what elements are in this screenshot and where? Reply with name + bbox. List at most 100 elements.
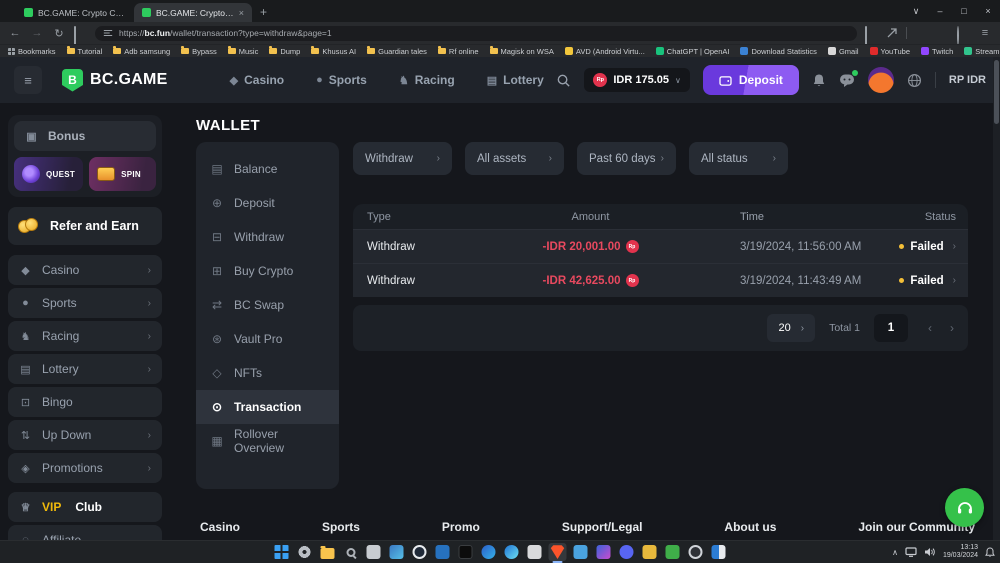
footer-link-support-legal[interactable]: Support/Legal bbox=[562, 520, 643, 540]
wallet-nav-bc-swap[interactable]: ⇄BC Swap bbox=[196, 288, 339, 322]
tray-expand-icon[interactable]: ∧ bbox=[892, 548, 898, 557]
browser-tab-2-active[interactable]: BC.GAME: Crypto Casino Games × bbox=[134, 3, 252, 22]
window-close-icon[interactable]: × bbox=[976, 1, 1000, 21]
user-avatar[interactable] bbox=[868, 67, 894, 93]
table-row[interactable]: Withdraw -IDR 20,001.00Rp 3/19/2024, 11:… bbox=[353, 229, 968, 263]
prev-page-icon[interactable]: ‹ bbox=[928, 321, 932, 335]
terminal-icon[interactable] bbox=[457, 543, 475, 561]
chat-icon-wrap[interactable] bbox=[839, 73, 855, 88]
bookmark-item[interactable]: Khusus AI bbox=[311, 47, 356, 56]
sidebar-panel-icon[interactable] bbox=[74, 27, 87, 40]
browser-tab-1[interactable]: BC.GAME: Crypto Casino Games & C bbox=[16, 3, 134, 22]
wallet-nav-nfts[interactable]: ◇NFTs bbox=[196, 356, 339, 390]
bookmark-item[interactable]: Twitch bbox=[921, 47, 953, 56]
bcgame-logo[interactable]: B BC.GAME bbox=[62, 69, 168, 92]
clock-app-icon[interactable] bbox=[411, 543, 429, 561]
refer-and-earn-button[interactable]: Refer and Earn bbox=[8, 207, 162, 245]
notes-app-icon[interactable] bbox=[365, 543, 383, 561]
bookmark-item[interactable]: ChatGPT | OpenAI bbox=[656, 47, 730, 56]
footer-link-casino[interactable]: Casino bbox=[200, 520, 240, 540]
sidebar-item-promotions[interactable]: ◈Promotions› bbox=[8, 453, 162, 483]
window-maximize-icon[interactable]: □ bbox=[952, 1, 976, 21]
filter-assets-dropdown[interactable]: All assets› bbox=[465, 142, 564, 175]
balance-selector[interactable]: Rp IDR 175.05 ∨ bbox=[584, 68, 690, 92]
table-row[interactable]: Withdraw -IDR 42,625.00Rp 3/19/2024, 11:… bbox=[353, 263, 968, 297]
blue-tile-app-icon[interactable] bbox=[710, 543, 728, 561]
hamburger-menu-icon[interactable]: ≡ bbox=[14, 66, 42, 94]
nav-lottery[interactable]: ▤Lottery bbox=[487, 73, 544, 87]
footer-link-promo[interactable]: Promo bbox=[442, 520, 480, 540]
live-support-button[interactable] bbox=[945, 488, 984, 527]
page-size-dropdown[interactable]: 20› bbox=[767, 314, 815, 342]
bookmark-item[interactable]: Bypass bbox=[181, 47, 217, 56]
language-globe-icon[interactable] bbox=[907, 73, 922, 88]
deposit-button[interactable]: Deposit bbox=[703, 65, 799, 95]
discord-icon[interactable] bbox=[618, 543, 636, 561]
back-icon[interactable]: ← bbox=[8, 27, 22, 39]
nav-sports[interactable]: ●Sports bbox=[316, 73, 367, 87]
brave-browser-icon[interactable] bbox=[549, 543, 567, 561]
movie-app-icon[interactable] bbox=[526, 543, 544, 561]
sidebar-item-bonus[interactable]: ▣ Bonus bbox=[14, 121, 156, 151]
notification-center-icon[interactable] bbox=[985, 547, 995, 558]
reload-icon[interactable]: ↻ bbox=[52, 27, 66, 40]
settings-icon[interactable] bbox=[296, 543, 314, 561]
nav-casino[interactable]: ◆Casino bbox=[230, 73, 284, 87]
bookmark-item[interactable]: Gmail bbox=[828, 47, 859, 56]
notifications-bell-icon[interactable] bbox=[812, 73, 826, 88]
obs-icon[interactable] bbox=[687, 543, 705, 561]
page-number-input[interactable]: 1 bbox=[874, 314, 908, 342]
filter-status-dropdown[interactable]: All status› bbox=[689, 142, 788, 175]
bookmark-item[interactable]: YouTube bbox=[870, 47, 910, 56]
tab-close-icon[interactable]: × bbox=[239, 8, 244, 18]
reading-list-icon[interactable] bbox=[865, 27, 878, 40]
bookmark-item[interactable]: Adb samsung bbox=[113, 47, 170, 56]
spin-button[interactable]: SPIN bbox=[89, 157, 156, 191]
sidebar-item-bingo[interactable]: ⊡Bingo bbox=[8, 387, 162, 417]
page-scrollbar[interactable] bbox=[993, 57, 1000, 540]
search-app-icon[interactable] bbox=[342, 543, 360, 561]
browser-menu-icon[interactable]: ≡ bbox=[978, 27, 992, 39]
url-bar[interactable]: https://bc.fun/wallet/transaction?type=w… bbox=[95, 26, 857, 41]
wallet-nav-vault-pro[interactable]: ⊛Vault Pro bbox=[196, 322, 339, 356]
bookmark-item[interactable]: Music bbox=[228, 47, 259, 56]
new-tab-button[interactable]: + bbox=[260, 5, 267, 19]
rewards-extension-icon[interactable] bbox=[915, 27, 928, 40]
wallet-nav-rollover-overview[interactable]: ▦Rollover Overview bbox=[196, 424, 339, 458]
taskbar-clock[interactable]: 13:13 19/03/2024 bbox=[943, 544, 978, 560]
bookmark-item[interactable]: Rf online bbox=[438, 47, 479, 56]
footer-link-about-us[interactable]: About us bbox=[724, 520, 776, 540]
wallet-nav-transaction[interactable]: ⊙Transaction bbox=[196, 390, 339, 424]
yellow-app-icon[interactable] bbox=[641, 543, 659, 561]
wallet-nav-balance[interactable]: ▤Balance bbox=[196, 152, 339, 186]
filter-date-dropdown[interactable]: Past 60 days› bbox=[577, 142, 676, 175]
profile-icon[interactable] bbox=[957, 27, 970, 40]
bookmark-item[interactable]: Dump bbox=[269, 47, 300, 56]
bookmark-item[interactable]: AVD (Android Virtu... bbox=[565, 47, 645, 56]
bookmark-item[interactable]: Guardian tales bbox=[367, 47, 427, 56]
sidebar-item-casino[interactable]: ◆Casino› bbox=[8, 255, 162, 285]
next-page-icon[interactable]: › bbox=[950, 321, 954, 335]
bcgame-extension-icon[interactable] bbox=[936, 27, 949, 40]
file-explorer-icon[interactable] bbox=[319, 543, 337, 561]
start-button[interactable] bbox=[273, 543, 291, 561]
share-icon[interactable] bbox=[886, 27, 898, 39]
media-app-icon[interactable] bbox=[572, 543, 590, 561]
powershell-icon[interactable] bbox=[434, 543, 452, 561]
network-display-icon[interactable] bbox=[905, 547, 917, 557]
window-minimize-icon[interactable]: – bbox=[928, 1, 952, 21]
sidebar-item-vip-club[interactable]: ♕VIPClub bbox=[8, 492, 162, 522]
bookmark-item[interactable]: Tutorial bbox=[67, 47, 103, 56]
volume-icon[interactable] bbox=[924, 547, 936, 557]
wallet-nav-withdraw[interactable]: ⊟Withdraw bbox=[196, 220, 339, 254]
nav-racing[interactable]: ♞Racing bbox=[399, 73, 455, 87]
sidebar-item-racing[interactable]: ♞Racing› bbox=[8, 321, 162, 351]
site-settings-icon[interactable] bbox=[103, 28, 113, 38]
quest-button[interactable]: QUEST bbox=[14, 157, 83, 191]
wallet-nav-buy-crypto[interactable]: ⊞Buy Crypto bbox=[196, 254, 339, 288]
green-doc-app-icon[interactable] bbox=[664, 543, 682, 561]
search-icon[interactable] bbox=[556, 73, 571, 88]
scrollbar-thumb[interactable] bbox=[994, 60, 999, 124]
filter-type-dropdown[interactable]: Withdraw› bbox=[353, 142, 452, 175]
photos-app-icon[interactable] bbox=[388, 543, 406, 561]
